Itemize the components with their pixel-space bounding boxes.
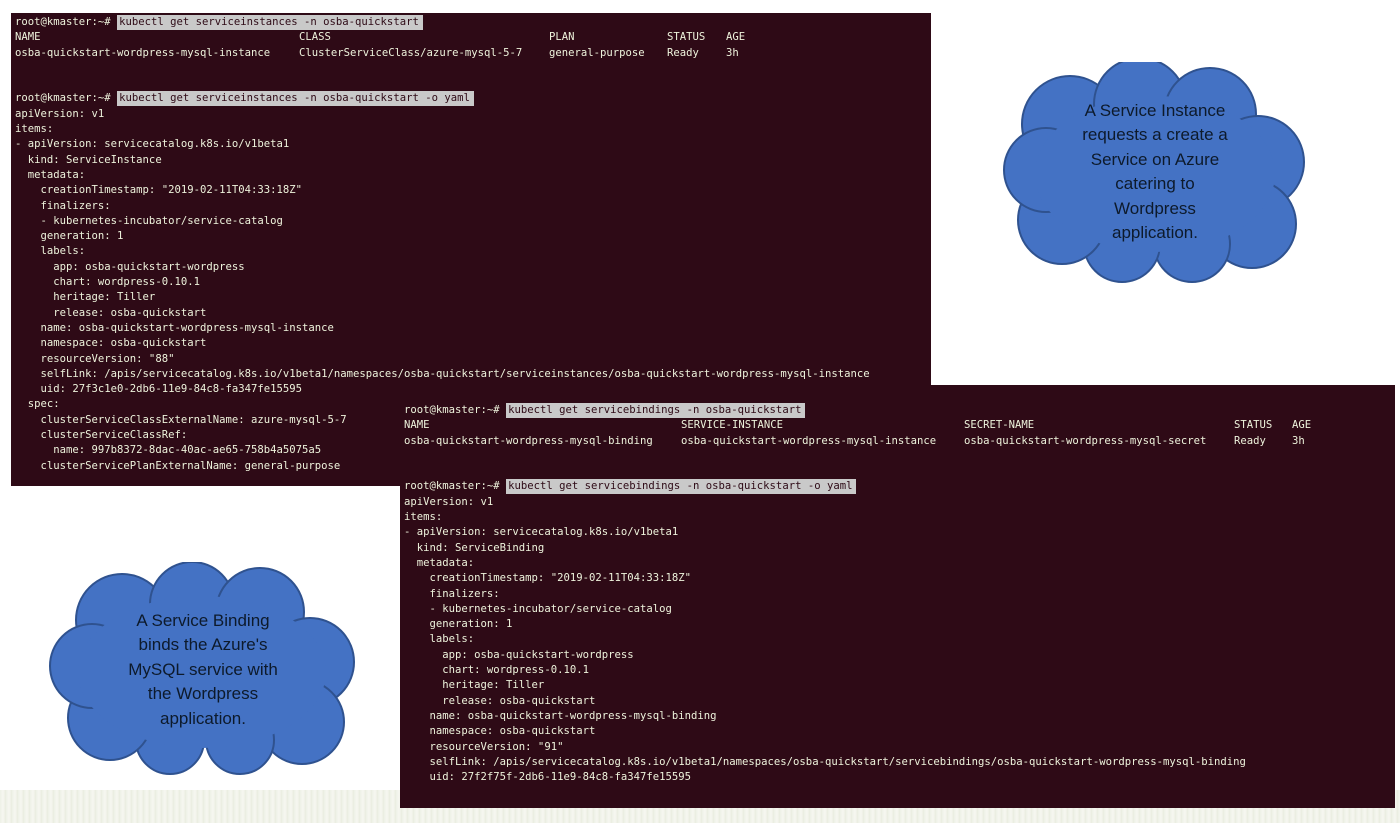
yaml-line: selfLink: /apis/servicecatalog.k8s.io/v1… (15, 367, 870, 380)
column-header-status: STATUS (1234, 419, 1273, 432)
callout-line: A Service Binding (136, 610, 270, 630)
command-highlight: kubectl get servicebindings -n osba-quic… (506, 479, 857, 495)
column-header-name: NAME (404, 419, 430, 432)
command-highlight: kubectl get serviceinstances -n osba-qui… (117, 15, 423, 30)
column-header-age: AGE (726, 31, 746, 44)
yaml-line: items: (404, 511, 443, 524)
column-header-name: NAME (15, 31, 41, 44)
callout-line: requests a create a (1082, 125, 1228, 144)
cell-name: osba-quickstart-wordpress-mysql-binding (404, 434, 653, 447)
yaml-line: release: osba-quickstart (15, 306, 207, 319)
callout-text: A Service Binding binds the Azure's MySQL … (99, 580, 307, 760)
yaml-line: apiVersion: v1 (15, 107, 105, 120)
yaml-line: resourceVersion: "91" (404, 740, 564, 753)
yaml-line: app: osba-quickstart-wordpress (404, 648, 634, 661)
yaml-line: - kubernetes-incubator/service-catalog (15, 214, 283, 227)
cell-age: 3h (1292, 434, 1305, 447)
yaml-line: kind: ServiceBinding (404, 541, 545, 554)
callout-service-binding: A Service Binding binds the Azure's MySQL … (44, 562, 362, 777)
command-line: root@kmaster:~# kubectl get serviceinsta… (15, 91, 931, 107)
yaml-output: apiVersion: v1 items: - apiVersion: servic… (404, 495, 1395, 786)
yaml-line: items: (15, 123, 54, 136)
callout-line: Service on Azure (1090, 149, 1220, 169)
callout-text: A Service Instance requests a create a Ser… (1055, 82, 1255, 262)
command-line: root@kmaster:~# kubectl get servicebindi… (404, 403, 1395, 418)
yaml-line: name: osba-quickstart-wordpress-mysql-in… (15, 321, 334, 334)
column-header-plan: PLAN (549, 31, 575, 44)
cell-class: ClusterServiceClass/azure-mysql-5-7 (299, 46, 523, 59)
yaml-line: heritage: Tiller (15, 291, 156, 304)
shell-prompt: root@kmaster:~# (15, 16, 111, 28)
yaml-line: namespace: osba-quickstart (15, 337, 207, 350)
command-line: root@kmaster:~# kubectl get serviceinsta… (15, 15, 931, 30)
callout-service-instance: A Service Instance requests a create a Ser… (1000, 62, 1312, 284)
yaml-line: - apiVersion: servicecatalog.k8s.io/v1be… (15, 138, 290, 151)
callout-line: A Service Instance (1084, 100, 1226, 120)
shell-prompt: root@kmaster:~# (404, 404, 500, 416)
cell-service-instance: osba-quickstart-wordpress-mysql-instance (681, 434, 937, 447)
shell-prompt: root@kmaster:~# (15, 92, 111, 105)
yaml-line: chart: wordpress-0.10.1 (404, 664, 589, 677)
table-header-row: NAME CLASS PLAN STATUS AGE (15, 30, 931, 45)
yaml-line: finalizers: (404, 587, 500, 600)
yaml-line: resourceVersion: "88" (15, 352, 175, 365)
column-header-age: AGE (1292, 419, 1312, 432)
cell-secret-name: osba-quickstart-wordpress-mysql-secret (964, 434, 1207, 447)
yaml-line: creationTimestamp: "2019-02-11T04:33:18Z… (15, 184, 303, 197)
cell-age: 3h (726, 46, 739, 59)
command-highlight: kubectl get servicebindings -n osba-quic… (506, 403, 806, 418)
yaml-line: metadata: (404, 556, 475, 569)
yaml-line: generation: 1 (404, 618, 513, 631)
yaml-line: apiVersion: v1 (404, 495, 494, 508)
cell-plan: general-purpose (549, 46, 645, 59)
callout-line: binds the Azure's (138, 635, 268, 655)
yaml-line: selfLink: /apis/servicecatalog.k8s.io/v1… (404, 755, 1246, 768)
callout-line: Wordpress (1114, 198, 1196, 218)
yaml-line: creationTimestamp: "2019-02-11T04:33:18Z… (404, 572, 692, 585)
command-highlight: kubectl get serviceinstances -n osba-qui… (117, 91, 474, 107)
table-row: osba-quickstart-wordpress-mysql-instance… (15, 46, 931, 61)
callout-line: the Wordpress (147, 684, 259, 704)
yaml-line: generation: 1 (15, 230, 124, 243)
cell-status: Ready (667, 46, 699, 59)
yaml-line: app: osba-quickstart-wordpress (15, 260, 245, 273)
callout-line: application. (1111, 223, 1198, 242)
yaml-line: labels: (15, 245, 86, 258)
callout-line: catering to (1115, 174, 1195, 193)
column-header-status: STATUS (667, 31, 706, 44)
yaml-line: namespace: osba-quickstart (404, 725, 596, 738)
command-line: root@kmaster:~# kubectl get servicebindi… (404, 479, 1395, 495)
callout-line: MySQL service with (128, 659, 278, 679)
yaml-line: kind: ServiceInstance (15, 153, 162, 166)
yaml-line: chart: wordpress-0.10.1 (15, 276, 200, 289)
terminal-service-bindings[interactable]: root@kmaster:~# kubectl get servicebindi… (400, 385, 1395, 808)
yaml-line: labels: (404, 633, 475, 646)
yaml-line: uid: 27f2f75f-2db6-11e9-84c8-fa347fe1559… (404, 771, 692, 784)
callout-line: application. (159, 708, 246, 728)
shell-prompt: root@kmaster:~# (404, 480, 500, 493)
table-header-row: NAME SERVICE-INSTANCE SECRET-NAME STATUS… (404, 418, 1395, 433)
yaml-line: metadata: (15, 168, 86, 181)
column-header-class: CLASS (299, 31, 331, 44)
column-header-service-instance: SERVICE-INSTANCE (681, 419, 784, 432)
yaml-line: - apiVersion: servicecatalog.k8s.io/v1be… (404, 526, 679, 539)
yaml-line: - kubernetes-incubator/service-catalog (404, 602, 672, 615)
cell-name: osba-quickstart-wordpress-mysql-instance (15, 46, 271, 59)
yaml-line: heritage: Tiller (404, 679, 545, 692)
column-header-secret-name: SECRET-NAME (964, 419, 1035, 432)
table-row: osba-quickstart-wordpress-mysql-binding … (404, 434, 1395, 449)
yaml-line: name: osba-quickstart-wordpress-mysql-bi… (404, 709, 717, 722)
cell-status: Ready (1234, 434, 1266, 447)
yaml-line: release: osba-quickstart (404, 694, 596, 707)
yaml-line: finalizers: (15, 199, 111, 212)
